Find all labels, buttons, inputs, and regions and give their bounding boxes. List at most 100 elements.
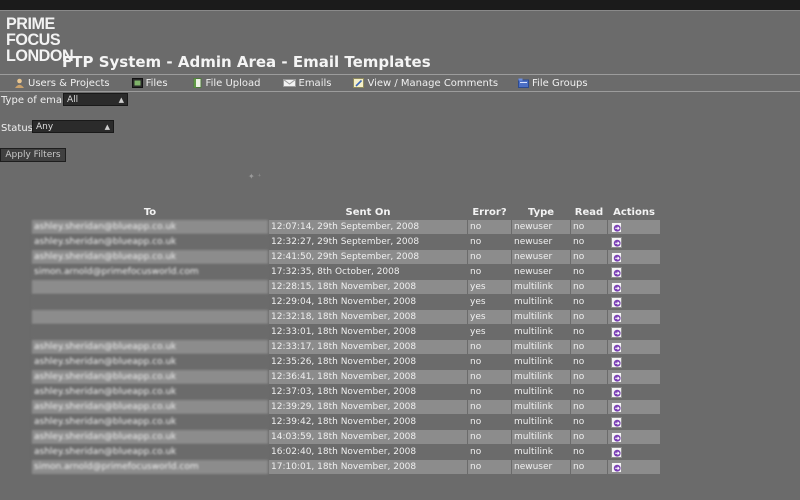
cell-sent-on: 12:07:14, 29th September, 2008 xyxy=(269,220,467,234)
status-select[interactable]: Any ▲ xyxy=(32,120,114,133)
cell-type: multilink xyxy=(512,400,570,414)
cell-read: no xyxy=(571,355,607,369)
apply-filters-button[interactable]: Apply Filters xyxy=(0,148,66,162)
cell-read: no xyxy=(571,400,607,414)
table-row: ashley.sheridan@blueapp.co.uk 12:41:50, 2… xyxy=(32,250,660,264)
cell-to: ashley.sheridan@blueapp.co.uk xyxy=(32,235,268,249)
view-email-icon[interactable] xyxy=(611,236,622,248)
cell-actions xyxy=(608,370,660,384)
cell-read: no xyxy=(571,445,607,459)
cell-sent-on: 12:28:15, 18th November, 2008 xyxy=(269,280,467,294)
cell-to: ashley.sheridan@blueapp.co.uk xyxy=(32,430,268,444)
cell-actions xyxy=(608,265,660,279)
cell-sent-on: 12:33:17, 18th November, 2008 xyxy=(269,340,467,354)
view-email-icon[interactable] xyxy=(611,296,622,308)
cell-sent-on: 12:37:03, 18th November, 2008 xyxy=(269,385,467,399)
type-of-email-select[interactable]: All ▲ xyxy=(63,93,128,106)
cell-type: newuser xyxy=(512,235,570,249)
cell-sent-on: 12:39:29, 18th November, 2008 xyxy=(269,400,467,414)
cell-actions xyxy=(608,250,660,264)
col-actions: Actions xyxy=(613,207,655,218)
nav-users-projects[interactable]: Users & Projects xyxy=(14,75,110,91)
nav-view-manage-comments[interactable]: View / Manage Comments xyxy=(353,75,498,91)
cell-to xyxy=(32,295,268,309)
view-email-icon[interactable] xyxy=(611,461,622,473)
divider xyxy=(0,91,800,92)
envelope-icon xyxy=(282,79,296,87)
cell-actions xyxy=(608,460,660,474)
type-of-email-label: Type of email xyxy=(1,95,68,106)
cell-to xyxy=(32,310,268,324)
cell-read: no xyxy=(571,385,607,399)
view-email-icon[interactable] xyxy=(611,446,622,458)
page-title: FTP System - Admin Area - Email Template… xyxy=(62,53,431,71)
cell-read: no xyxy=(571,325,607,339)
cell-sent-on: 17:32:35, 8th October, 2008 xyxy=(269,265,467,279)
view-email-icon[interactable] xyxy=(611,251,622,263)
cell-actions xyxy=(608,310,660,324)
view-email-icon[interactable] xyxy=(611,266,622,278)
cell-error: no xyxy=(468,370,511,384)
cell-type: multilink xyxy=(512,295,570,309)
col-error: Error? xyxy=(472,207,507,218)
cell-sent-on: 16:02:40, 18th November, 2008 xyxy=(269,445,467,459)
table-row: 12:29:04, 18th November, 2008 yes multilin… xyxy=(32,295,660,309)
table-row: 12:33:01, 18th November, 2008 yes multilin… xyxy=(32,325,660,339)
view-email-icon[interactable] xyxy=(611,431,622,443)
cell-actions xyxy=(608,235,660,249)
cell-to: ashley.sheridan@blueapp.co.uk xyxy=(32,370,268,384)
view-email-icon[interactable] xyxy=(611,386,622,398)
table-row: 12:32:18, 18th November, 2008 yes multilin… xyxy=(32,310,660,324)
loading-icon: ✦ ⁺ xyxy=(248,172,262,181)
view-email-icon[interactable] xyxy=(611,311,622,323)
cell-sent-on: 12:32:18, 18th November, 2008 xyxy=(269,310,467,324)
cell-actions xyxy=(608,295,660,309)
cell-read: no xyxy=(571,415,607,429)
cell-type: multilink xyxy=(512,340,570,354)
view-email-icon[interactable] xyxy=(611,341,622,353)
cell-type: multilink xyxy=(512,280,570,294)
cell-to xyxy=(32,280,268,294)
cell-type: multilink xyxy=(512,415,570,429)
table-row: ashley.sheridan@blueapp.co.uk 12:39:29, 1… xyxy=(32,400,660,414)
pencil-icon xyxy=(353,78,365,88)
table-row: ashley.sheridan@blueapp.co.uk 12:32:27, 2… xyxy=(32,235,660,249)
cell-to: simon.arnold@primefocusworld.com xyxy=(32,460,268,474)
cell-sent-on: 12:39:42, 18th November, 2008 xyxy=(269,415,467,429)
cell-error: no xyxy=(468,220,511,234)
cell-type: multilink xyxy=(512,430,570,444)
view-email-icon[interactable] xyxy=(611,416,622,428)
cell-type: multilink xyxy=(512,445,570,459)
view-email-icon[interactable] xyxy=(611,371,622,383)
col-type: Type xyxy=(527,207,555,218)
document-icon xyxy=(193,78,202,88)
window-top-bar xyxy=(0,0,800,10)
view-email-icon[interactable] xyxy=(611,401,622,413)
cell-to: simon.arnold@primefocusworld.com xyxy=(32,265,268,279)
cell-read: no xyxy=(571,295,607,309)
cell-sent-on: 12:33:01, 18th November, 2008 xyxy=(269,325,467,339)
view-email-icon[interactable] xyxy=(611,356,622,368)
view-email-icon[interactable] xyxy=(611,281,622,293)
cell-to: ashley.sheridan@blueapp.co.uk xyxy=(32,415,268,429)
cell-error: no xyxy=(468,265,511,279)
cell-read: no xyxy=(571,460,607,474)
view-email-icon[interactable] xyxy=(611,221,622,233)
nav-emails[interactable]: Emails xyxy=(282,75,331,91)
nav-file-groups[interactable]: File Groups xyxy=(518,75,588,91)
cell-error: no xyxy=(468,400,511,414)
cell-sent-on: 14:03:59, 18th November, 2008 xyxy=(269,430,467,444)
table-row: ashley.sheridan@blueapp.co.uk 12:36:41, 1… xyxy=(32,370,660,384)
cell-read: no xyxy=(571,310,607,324)
cell-to xyxy=(32,325,268,339)
email-table: To Sent On Error? Type Read Actions ashl… xyxy=(31,205,661,475)
cell-actions xyxy=(608,220,660,234)
nav-files[interactable]: Files xyxy=(131,75,168,91)
page-header: PRIME FOCUS LONDON FTP System - Admin Ar… xyxy=(0,11,800,74)
view-email-icon[interactable] xyxy=(611,326,622,338)
col-read: Read xyxy=(574,207,604,218)
cell-to: ashley.sheridan@blueapp.co.uk xyxy=(32,445,268,459)
nav-file-upload[interactable]: File Upload xyxy=(192,75,261,91)
select-value: Any xyxy=(36,122,54,132)
cell-actions xyxy=(608,415,660,429)
